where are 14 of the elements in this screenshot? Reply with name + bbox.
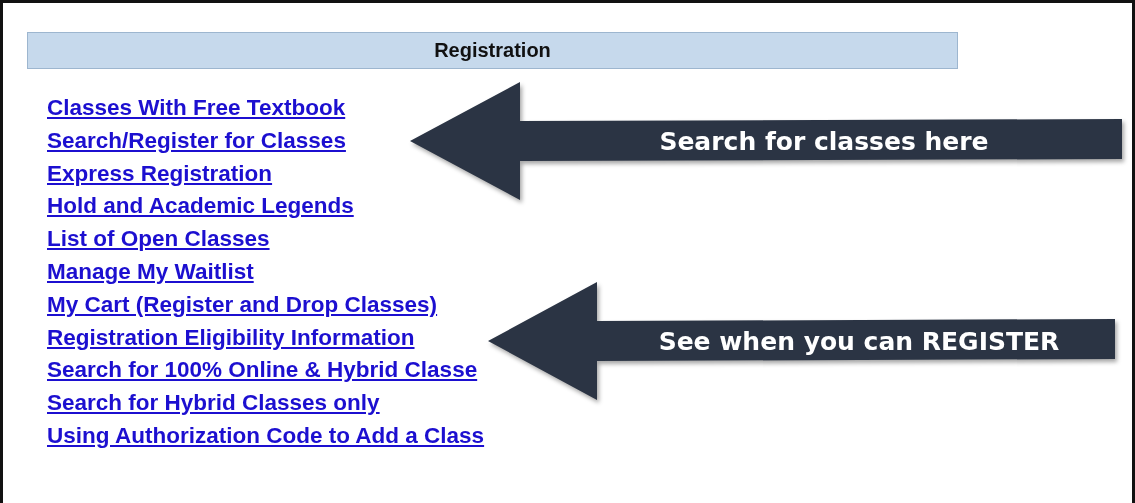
registration-link[interactable]: Search for 100% Online & Hybrid Classe <box>47 354 478 388</box>
registration-link[interactable]: Registration Eligibility Information <box>47 321 415 355</box>
registration-link[interactable]: Express Registration <box>47 157 273 191</box>
registration-link[interactable]: Using Authorization Code to Add a Class <box>47 419 485 453</box>
registration-link[interactable]: List of Open Classes <box>47 223 270 256</box>
callout-text: Search for classes here <box>658 127 990 157</box>
registration-link[interactable]: Manage My Waitlist <box>47 256 254 289</box>
registration-link[interactable]: Hold and Academic Legends <box>47 190 354 224</box>
registration-link[interactable]: Search for Hybrid Classes only <box>47 387 380 420</box>
callout-text: See when you can REGISTER <box>657 327 1061 357</box>
registration-link[interactable]: My Cart (Register and Drop Classes) <box>47 288 438 322</box>
registration-link[interactable]: Classes With Free Textbook <box>47 92 346 125</box>
registration-link[interactable]: Search/Register for Classes <box>47 124 346 158</box>
panel-header: Registration <box>27 32 958 69</box>
